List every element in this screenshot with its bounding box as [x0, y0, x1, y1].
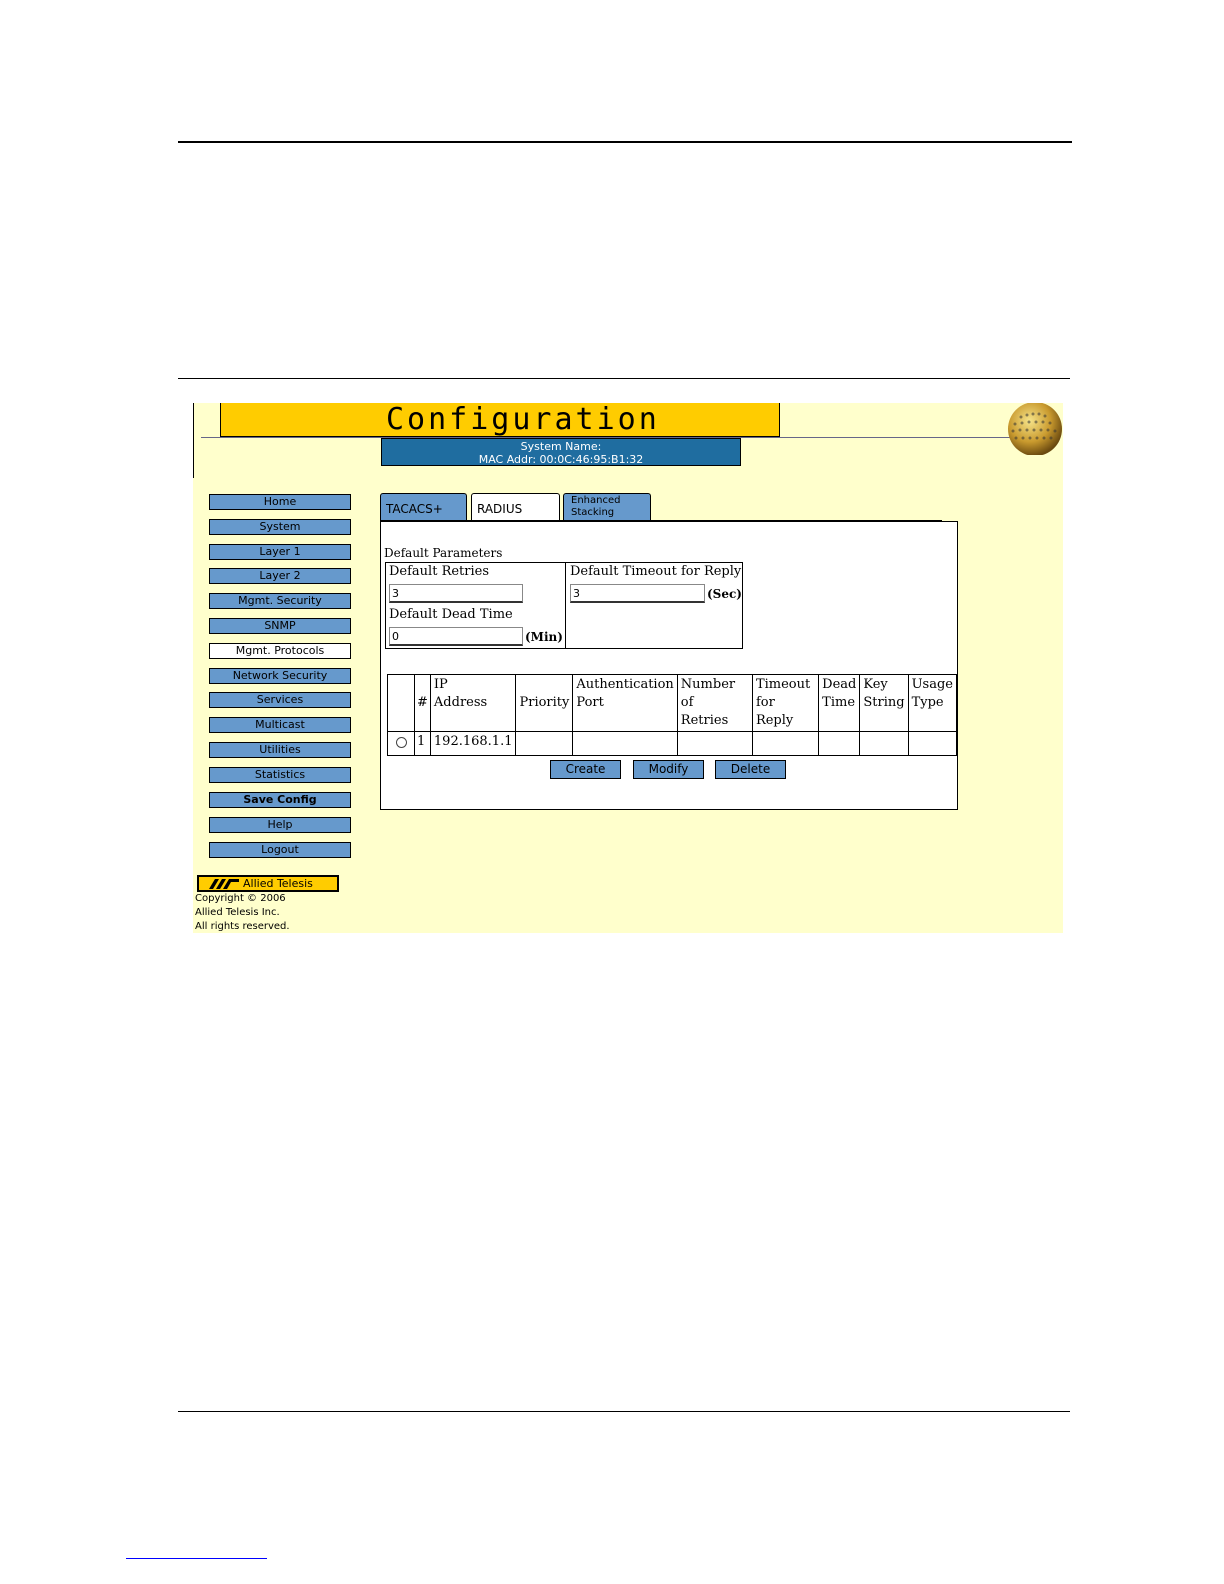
row-dead-time — [818, 731, 861, 756]
col-timeout-line1: Timeout — [755, 677, 811, 692]
row-select-radio[interactable] — [395, 737, 407, 748]
col-key-string: Key String — [859, 674, 909, 732]
default-dead-time-label: Default Dead Time — [389, 607, 513, 622]
row-key-string — [859, 731, 909, 756]
col-ip-address: IP Address — [429, 674, 517, 732]
nav-system[interactable]: System — [209, 519, 351, 535]
col-auth-port: Authentication Port — [572, 674, 678, 732]
default-timeout-label: Default Timeout for Reply — [570, 564, 742, 579]
col-ip-line1: IP — [433, 677, 448, 692]
nav-logout[interactable]: Logout — [209, 842, 351, 858]
nav-statistics[interactable]: Statistics — [209, 767, 351, 783]
tab-enhanced-stacking-line1: Enhanced — [571, 495, 621, 506]
tab-enhanced-stacking[interactable]: Enhanced Stacking — [563, 493, 651, 521]
param-divider — [565, 563, 566, 649]
table-row[interactable]: 1 192.168.1.1 — [387, 731, 958, 756]
col-dead-line1: Dead — [822, 677, 857, 692]
row-timeout — [751, 731, 820, 756]
nav-save-config[interactable]: Save Config — [209, 792, 351, 808]
system-name-label: System Name: — [520, 440, 602, 453]
nav-mgmt-protocols[interactable]: Mgmt. Protocols — [209, 643, 351, 659]
allied-telesis-mark-icon — [209, 879, 239, 889]
row-retries — [676, 731, 753, 756]
col-number: # — [414, 674, 431, 732]
col-usage-line1: Usage — [911, 677, 953, 692]
col-dead-line2: Time — [822, 695, 856, 710]
col-key-line1: Key — [863, 677, 888, 692]
col-retries: Number of Retries — [676, 674, 753, 732]
row-ip-address: 192.168.1.1 — [429, 731, 517, 756]
col-dead-time: Dead Time — [818, 674, 861, 732]
table-header-row: # IP Address Priority Authentication Por… — [387, 674, 958, 732]
col-key-line2: String — [863, 695, 905, 710]
col-priority: Priority — [515, 674, 574, 732]
default-dead-time-input[interactable] — [389, 627, 523, 646]
row-number: 1 — [414, 731, 431, 756]
col-retries-line2: Retries — [680, 713, 729, 728]
page-rule-top — [178, 141, 1072, 143]
delete-button[interactable]: Delete — [715, 760, 786, 779]
nav-mgmt-security[interactable]: Mgmt. Security — [209, 593, 351, 609]
nav-multicast[interactable]: Multicast — [209, 717, 351, 733]
nav-help[interactable]: Help — [209, 817, 351, 833]
nav-layer-1[interactable]: Layer 1 — [209, 544, 351, 560]
timeout-unit: (Sec) — [707, 587, 742, 601]
footer-link-underline — [126, 1558, 267, 1559]
col-auth-line1: Authentication — [576, 677, 674, 692]
mac-address: MAC Addr: 00:0C:46:95:B1:32 — [478, 453, 644, 466]
tab-radius[interactable]: RADIUS — [471, 493, 560, 522]
copyright-line: Copyright © 2006 — [195, 893, 286, 904]
page-rule-middle — [178, 378, 1070, 379]
nav-network-security[interactable]: Network Security — [209, 668, 351, 684]
tab-tacacs[interactable]: TACACS+ — [380, 493, 467, 521]
logo-text: Allied Telesis — [243, 877, 313, 890]
company-line: Allied Telesis Inc. — [195, 907, 280, 918]
title-bar: Configuration — [220, 403, 780, 437]
col-timeout-line2: for Reply — [755, 695, 794, 728]
default-parameters-box: Default Retries Default Dead Time (Min) … — [385, 562, 743, 649]
default-retries-label: Default Retries — [389, 564, 490, 579]
default-parameters-title: Default Parameters — [384, 546, 503, 560]
rights-line: All rights reserved. — [195, 921, 290, 932]
row-usage-type — [907, 731, 958, 756]
nav-utilities[interactable]: Utilities — [209, 742, 351, 758]
tab-enhanced-stacking-line2: Stacking — [571, 507, 615, 518]
nav-layer-2[interactable]: Layer 2 — [209, 568, 351, 584]
globe-logo-icon — [1008, 403, 1062, 455]
dead-time-unit: (Min) — [525, 630, 563, 644]
default-retries-input[interactable] — [389, 584, 523, 603]
nav-services[interactable]: Services — [209, 692, 351, 708]
page-title: Configuration — [386, 403, 660, 437]
col-auth-line2: Port — [576, 695, 604, 710]
col-usage-line2: Type — [911, 695, 944, 710]
col-usage-type: Usage Type — [907, 674, 958, 732]
modify-button[interactable]: Modify — [633, 760, 704, 779]
screenshot-frame: Configuration System Name: MAC Addr: 00:… — [193, 403, 1063, 933]
nav-snmp[interactable]: SNMP — [209, 618, 351, 634]
system-info-bar: System Name: MAC Addr: 00:0C:46:95:B1:32 — [381, 438, 741, 466]
radius-panel: Default Parameters Default Retries Defau… — [380, 521, 958, 810]
create-button[interactable]: Create — [550, 760, 621, 779]
col-timeout: Timeout for Reply — [751, 674, 820, 732]
row-auth-port — [572, 731, 678, 756]
row-priority — [515, 731, 574, 756]
page-rule-bottom — [178, 1411, 1070, 1412]
row-select-cell — [387, 731, 415, 756]
nav-home[interactable]: Home — [209, 494, 351, 510]
allied-telesis-logo[interactable]: Allied Telesis — [197, 875, 339, 892]
default-timeout-input[interactable] — [570, 584, 705, 603]
col-retries-line1: Number of — [680, 677, 736, 710]
col-select — [387, 674, 415, 732]
frame-edge — [193, 403, 194, 478]
col-ip-line2: Address — [433, 695, 488, 710]
radius-server-table: # IP Address Priority Authentication Por… — [387, 674, 958, 756]
